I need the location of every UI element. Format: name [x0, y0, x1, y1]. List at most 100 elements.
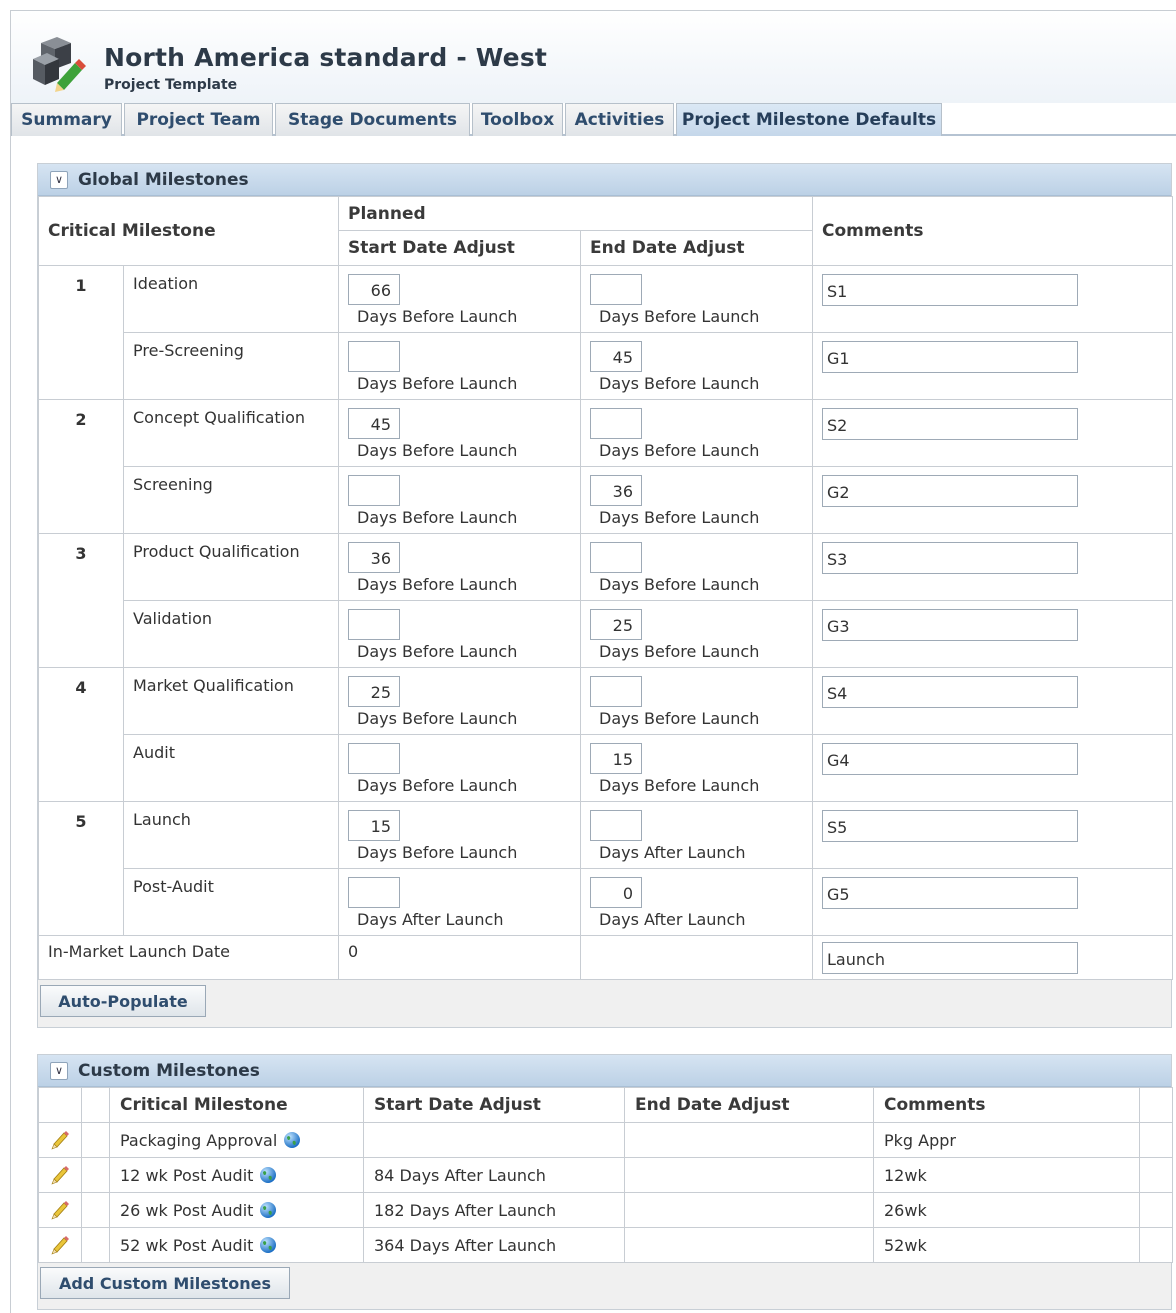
global-milestones-header: ∨ Global Milestones [38, 164, 1171, 196]
comment-input[interactable]: S3 [822, 542, 1079, 574]
custom-milestones-section: ∨ Custom Milestones Critical Milestone S… [37, 1054, 1173, 1310]
column-end-date-adjust: End Date Adjust [579, 230, 814, 266]
milestone-row: 1 Ideation 66 Days Before Launch Days Before… [38, 265, 1174, 400]
custom-milestone-row: 12 wk Post Audit 84 Days After Launch 12wk [38, 1157, 1173, 1193]
end-date-adjust-input[interactable]: 25 [590, 609, 642, 640]
end-date-adjust-input[interactable]: 15 [590, 743, 642, 774]
chevron-down-icon[interactable]: ∨ [50, 1061, 68, 1080]
start-unit-label: Days Before Launch [357, 843, 518, 862]
end-date-adjust-input[interactable] [590, 408, 642, 439]
milestone-row: Pre-Screening Days Before Launch 45 Days Be… [39, 332, 1174, 400]
global-milestones-body: 1 Ideation 66 Days Before Launch Days Before… [38, 265, 1174, 936]
end-unit-label: Days Before Launch [599, 709, 760, 728]
tab-activities[interactable]: Activities [565, 103, 674, 136]
end-date-adjust-input[interactable]: 0 [590, 877, 642, 908]
launch-date-value: 0 [338, 935, 581, 980]
column-planned: Planned [337, 196, 814, 231]
milestone-name: Screening [123, 466, 339, 534]
end-date-adjust-input[interactable]: 45 [590, 341, 642, 372]
section-title: Global Milestones [78, 169, 249, 190]
auto-populate-button[interactable]: Auto-Populate [40, 985, 206, 1017]
start-date-adjust-input[interactable]: 25 [348, 676, 400, 707]
custom-milestone-row: 52 wk Post Audit 364 Days After Launch 52w… [38, 1227, 1173, 1263]
column-start-date-adjust: Start Date Adjust [363, 1087, 625, 1123]
pencil-icon[interactable] [50, 1200, 70, 1220]
column-comments: Comments [873, 1087, 1140, 1123]
milestone-name: Validation [123, 600, 339, 668]
custom-milestone-name: 52 wk Post Audit [120, 1235, 254, 1255]
custom-comment: 52wk [873, 1227, 1140, 1263]
end-unit-label: Days Before Launch [599, 575, 760, 594]
global-milestones-section: ∨ Global Milestones Critical Milestone P… [37, 163, 1174, 1028]
comment-input[interactable]: G5 [822, 877, 1079, 909]
tab-project-milestone-defaults[interactable]: Project Milestone Defaults [676, 103, 942, 136]
start-date-adjust-input[interactable] [348, 877, 400, 908]
column-end-date-adjust: End Date Adjust [624, 1087, 874, 1123]
comment-input[interactable]: G1 [822, 341, 1079, 373]
milestone-name: Pre-Screening [123, 332, 339, 400]
start-date-adjust-input[interactable] [348, 743, 400, 774]
custom-end-date-adjust [624, 1227, 874, 1263]
custom-start-date-adjust [363, 1122, 625, 1158]
start-date-adjust-input[interactable] [348, 609, 400, 640]
comment-input[interactable]: S4 [822, 676, 1079, 708]
end-unit-label: Days Before Launch [599, 642, 760, 661]
comment-input[interactable]: G2 [822, 475, 1079, 507]
start-date-adjust-input[interactable] [348, 341, 400, 372]
start-date-adjust-input[interactable]: 15 [348, 810, 400, 841]
custom-comment: 26wk [873, 1192, 1140, 1228]
comment-input[interactable]: S1 [822, 274, 1079, 306]
end-date-adjust-input[interactable] [590, 542, 642, 573]
tab-stage-documents[interactable]: Stage Documents [275, 103, 470, 136]
custom-milestone-name: 12 wk Post Audit [120, 1165, 254, 1185]
pencil-icon[interactable] [50, 1165, 70, 1185]
custom-end-date-adjust [624, 1157, 874, 1193]
pencil-icon[interactable] [50, 1130, 70, 1150]
end-date-adjust-input[interactable] [590, 810, 642, 841]
milestone-name: Launch [123, 801, 339, 869]
start-date-adjust-input[interactable] [348, 475, 400, 506]
start-date-adjust-input[interactable]: 45 [348, 408, 400, 439]
start-unit-label: Days After Launch [357, 910, 504, 929]
comment-input[interactable]: G4 [822, 743, 1079, 775]
end-unit-label: Days Before Launch [599, 441, 760, 460]
custom-comment: 12wk [873, 1157, 1140, 1193]
milestone-row: Validation Days Before Launch 25 Days Befor… [39, 600, 1174, 668]
custom-end-date-adjust [624, 1122, 874, 1158]
chevron-down-icon[interactable]: ∨ [50, 170, 68, 189]
launch-date-label: In-Market Launch Date [38, 935, 339, 980]
tab-toolbox[interactable]: Toolbox [472, 103, 563, 136]
page-title: North America standard - West [104, 43, 548, 72]
pencil-icon[interactable] [50, 1235, 70, 1255]
start-unit-label: Days Before Launch [357, 307, 518, 326]
comment-input[interactable]: S2 [822, 408, 1079, 440]
globe-icon [260, 1201, 277, 1218]
tab-summary[interactable]: Summary [11, 103, 122, 136]
end-unit-label: Days Before Launch [599, 374, 760, 393]
end-date-adjust-input[interactable] [590, 676, 642, 707]
end-date-adjust-input[interactable] [590, 274, 642, 305]
start-date-adjust-input[interactable]: 36 [348, 542, 400, 573]
start-date-adjust-input[interactable]: 66 [348, 274, 400, 305]
custom-milestones-table: Critical Milestone Start Date Adjust End… [38, 1087, 1173, 1263]
custom-milestone-name-cell: Packaging Approval [109, 1122, 364, 1158]
end-unit-label: Days Before Launch [599, 776, 760, 795]
global-milestones-table: Critical Milestone Planned Comments Star… [38, 196, 1174, 980]
end-date-adjust-input[interactable]: 36 [590, 475, 642, 506]
custom-comment: Pkg Appr [873, 1122, 1140, 1158]
custom-milestone-row: 26 wk Post Audit 182 Days After Launch 26w… [38, 1192, 1173, 1228]
custom-milestone-name-cell: 52 wk Post Audit [109, 1227, 364, 1263]
page-header: North America standard - West Project Te… [11, 11, 1176, 103]
milestone-name: Post-Audit [123, 868, 339, 936]
milestone-row: 3 Product Qualification 36 Days Before Laun… [38, 533, 1174, 668]
comment-input[interactable]: S5 [822, 810, 1079, 842]
custom-milestone-name-cell: 12 wk Post Audit [109, 1157, 364, 1193]
launch-comment-input[interactable]: Launch [822, 942, 1079, 974]
comment-input[interactable]: G3 [822, 609, 1079, 641]
column-critical-milestone: Critical Milestone [38, 196, 339, 266]
start-unit-label: Days Before Launch [357, 575, 518, 594]
column-start-date-adjust: Start Date Adjust [338, 230, 581, 266]
custom-milestone-row: Packaging Approval Pkg Appr [38, 1122, 1173, 1158]
add-custom-milestones-button[interactable]: Add Custom Milestones [40, 1267, 290, 1299]
tab-project-team[interactable]: Project Team [124, 103, 273, 136]
